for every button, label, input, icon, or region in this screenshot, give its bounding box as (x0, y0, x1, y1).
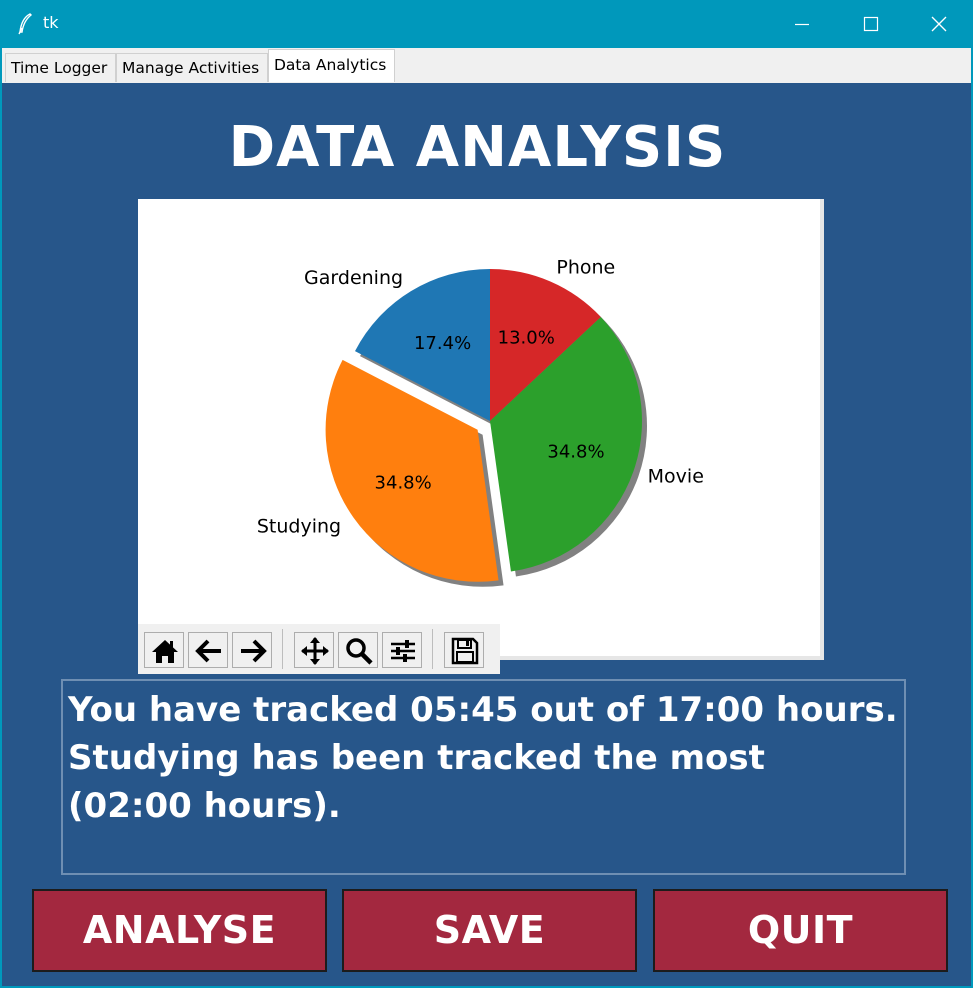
feather-icon (18, 13, 33, 35)
pie-chart-figure: 13.0% Phone 34.8% Movie 34.8% Studying 17.4% Ga… (138, 199, 824, 660)
minimize-icon (795, 23, 809, 26)
toolbar-separator (282, 629, 283, 669)
data-analytics-panel: DATA ANALYSIS 13.0% Phone 34.8% Movie 34.8% S… (2, 83, 971, 986)
save-figure-icon (451, 637, 479, 665)
minimize-button[interactable] (768, 0, 836, 48)
save-figure-button[interactable] (444, 632, 484, 668)
page-title: DATA ANALYSIS (228, 115, 727, 180)
pie-category-label: Movie (648, 466, 704, 488)
back-button[interactable] (188, 632, 228, 668)
toolbar-separator (432, 629, 433, 669)
pie-chart: 13.0% Phone 34.8% Movie 34.8% Studying 17.4% Ga… (257, 257, 704, 587)
home-icon (152, 640, 178, 663)
forward-button[interactable] (232, 632, 272, 668)
app-window: tk Time Logger Manage Activities Data An… (0, 0, 973, 988)
pie-percent-label: 34.8% (375, 472, 432, 493)
forward-arrow-icon (241, 639, 267, 663)
maximize-button[interactable] (837, 0, 905, 48)
zoom-icon (346, 638, 373, 665)
matplotlib-toolbar (138, 624, 500, 674)
pie-percent-label: 17.4% (414, 333, 471, 354)
pan-icon (301, 637, 329, 665)
pan-button[interactable] (294, 632, 334, 668)
title-bar: tk (0, 0, 973, 48)
home-button[interactable] (144, 632, 184, 668)
configure-subplots-button[interactable] (382, 632, 422, 668)
notebook-tabs: Time Logger Manage Activities Data Analy… (2, 48, 971, 83)
maximize-icon (863, 16, 879, 32)
save-button[interactable]: SAVE (342, 889, 637, 972)
pie-percent-label: 13.0% (498, 327, 555, 348)
pie-percent-label: 34.8% (547, 441, 604, 462)
tab-time-logger[interactable]: Time Logger (5, 53, 116, 82)
zoom-button[interactable] (338, 632, 378, 668)
pie-category-label: Gardening (304, 267, 403, 289)
back-arrow-icon (195, 639, 221, 663)
configure-subplots-icon (391, 640, 415, 662)
quit-button[interactable]: QUIT (653, 889, 948, 972)
tab-manage-activities[interactable]: Manage Activities (116, 53, 268, 82)
tab-data-analytics[interactable]: Data Analytics (268, 49, 395, 82)
analyse-button[interactable]: ANALYSE (32, 889, 327, 972)
window-title: tk (43, 13, 59, 32)
summary-text: You have tracked 05:45 out of 17:00 hour… (61, 679, 906, 875)
close-icon (931, 16, 947, 32)
close-button[interactable] (905, 0, 973, 48)
pie-category-label: Phone (556, 257, 615, 279)
pie-category-label: Studying (257, 515, 341, 537)
